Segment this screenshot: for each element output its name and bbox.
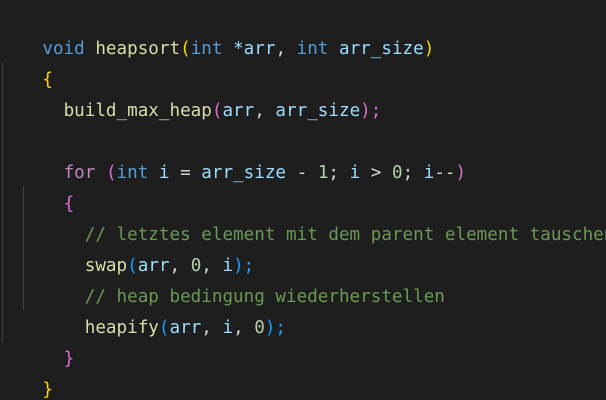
number-literal: 1 xyxy=(317,163,329,183)
code-line-11: } xyxy=(0,313,75,369)
code-line-5: for (int i = arr_size - 1; i > 0; i--) xyxy=(0,127,467,183)
number-literal: 0 xyxy=(391,163,403,183)
bracket-open: ( xyxy=(158,318,170,338)
code-line-1: void heapsort(int *arr, int arr_size) xyxy=(0,3,434,59)
comma: , xyxy=(254,101,276,121)
bracket-close-semicolon: ); xyxy=(264,318,287,338)
keyword-int: int xyxy=(190,39,223,59)
var-arr-size: arr_size xyxy=(201,163,287,183)
operator-assign: = xyxy=(169,163,202,183)
semicolon: ; xyxy=(328,163,350,183)
bracket-open: ( xyxy=(105,163,117,183)
function-call-heapify: heapify xyxy=(84,318,159,338)
brace-close: } xyxy=(42,380,53,400)
comma: , xyxy=(201,318,223,338)
number-literal: 0 xyxy=(254,318,265,338)
operator-greater: > xyxy=(360,163,392,183)
keyword-int: int xyxy=(296,39,329,59)
function-name-heapsort: heapsort xyxy=(95,39,181,59)
code-line-2: { xyxy=(0,34,53,90)
keyword-int: int xyxy=(116,163,149,183)
var-i: i xyxy=(349,163,361,183)
bracket-close: ) xyxy=(455,163,467,183)
bracket-open: ( xyxy=(211,101,223,121)
arg-arr: arr xyxy=(222,101,255,121)
comma: , xyxy=(233,318,255,338)
operator-minus: - xyxy=(286,163,318,183)
bracket-close-semicolon: ); xyxy=(360,101,382,121)
code-line-6: { xyxy=(0,158,75,214)
arg-arr-size: arr_size xyxy=(275,101,361,121)
arg-i: i xyxy=(222,318,234,338)
code-line-10: heapify(arr, i, 0); xyxy=(0,282,286,338)
code-editor[interactable]: void heapsort(int *arr, int arr_size) { … xyxy=(0,0,606,400)
arg-arr: arr xyxy=(169,318,202,338)
code-line-3: build_max_heap(arr, arr_size); xyxy=(0,65,382,121)
var-i: i xyxy=(423,163,435,183)
operator-decrement: -- xyxy=(434,163,456,183)
code-line-9: // heap bedingung wiederherstellen xyxy=(0,251,445,307)
comma: , xyxy=(275,39,297,59)
code-line-7: // letztes element mit dem parent elemen… xyxy=(0,189,606,245)
var-i: i xyxy=(158,163,170,183)
bracket-close: ) xyxy=(423,39,435,59)
code-line-8: swap(arr, 0, i); xyxy=(0,220,255,276)
semicolon: ; xyxy=(402,163,424,183)
brace-close: } xyxy=(63,349,75,369)
param-arr-size: arr_size xyxy=(339,39,424,59)
param-arr: *arr xyxy=(233,39,276,59)
bracket-open: ( xyxy=(180,39,191,59)
code-line-12: } xyxy=(0,344,53,400)
function-call-build-max-heap: build_max_heap xyxy=(63,101,212,121)
